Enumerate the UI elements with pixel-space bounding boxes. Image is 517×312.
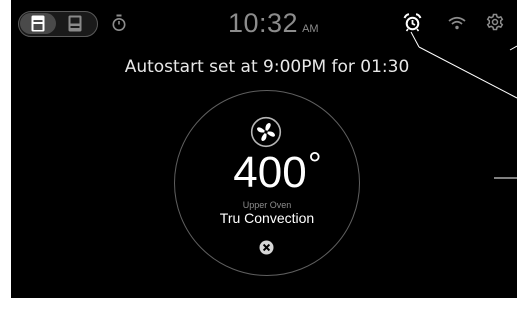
degree-symbol: ° (308, 146, 322, 184)
cook-mode-label: Tru Convection (219, 210, 315, 226)
close-circle-icon[interactable] (259, 240, 274, 255)
oven-control-screen: 10:32 AM Autostart set at 9:00PM for 01:3… (0, 0, 517, 312)
autostart-message: Autostart set at 9:00PM for 01:30 (124, 57, 410, 77)
oven-label: Upper Oven (242, 200, 292, 210)
bottom-margin (0, 298, 517, 312)
convection-fan-icon (250, 116, 282, 148)
temperature-display: 400 ° (220, 146, 321, 198)
temperature-value: 400 (233, 148, 307, 197)
left-margin (0, 0, 11, 312)
